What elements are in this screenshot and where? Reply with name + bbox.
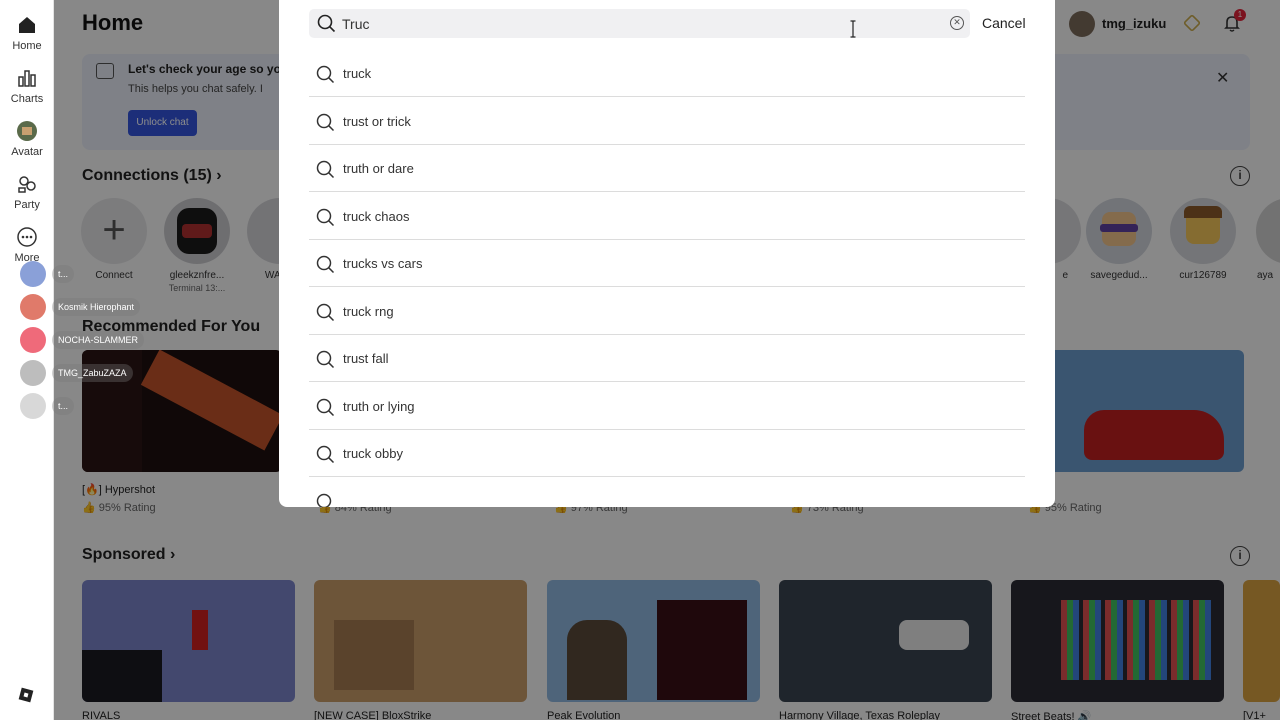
search-suggestion-partial[interactable] bbox=[309, 478, 1025, 507]
search-suggestion[interactable]: truck bbox=[309, 50, 1025, 97]
party-member-name: NOCHA-SLAMMER bbox=[52, 331, 145, 349]
search-icon bbox=[316, 113, 335, 131]
party-member-name: t... bbox=[52, 397, 75, 415]
suggestion-text: truck chaos bbox=[343, 208, 410, 224]
suggestion-text: truck obby bbox=[343, 446, 403, 461]
search-suggestion[interactable]: trust or trick bbox=[309, 98, 1025, 145]
cancel-button[interactable]: Cancel bbox=[982, 15, 1026, 31]
party-member-avatar[interactable] bbox=[20, 261, 46, 287]
discord-icon[interactable] bbox=[20, 327, 46, 353]
search-dialog: ✕ Cancel truck trust or trick truth or dar… bbox=[279, 0, 1055, 507]
party-member-name: t... bbox=[52, 265, 75, 283]
search-suggestion[interactable]: truth or dare bbox=[309, 145, 1025, 192]
search-suggestion[interactable]: truck chaos bbox=[309, 193, 1025, 240]
search-icon bbox=[316, 398, 335, 416]
search-icon bbox=[316, 350, 335, 369]
party-member-avatar[interactable] bbox=[20, 393, 46, 419]
suggestion-text: trust or trick bbox=[343, 113, 411, 129]
search-icon bbox=[316, 65, 335, 84]
search-icon bbox=[316, 493, 332, 507]
search-suggestion[interactable]: truth or lying bbox=[309, 383, 1025, 430]
search-icon bbox=[316, 445, 335, 464]
text-cursor-icon bbox=[850, 20, 856, 38]
clear-search-icon[interactable]: ✕ bbox=[950, 16, 964, 30]
search-input[interactable] bbox=[342, 13, 932, 34]
search-suggestion[interactable]: truck obby bbox=[309, 430, 1025, 477]
party-member-name: Kosmik Hierophant bbox=[52, 298, 141, 316]
search-icon bbox=[316, 160, 335, 179]
search-suggestion[interactable]: trucks vs cars bbox=[309, 240, 1025, 287]
search-suggestion[interactable]: truck rng bbox=[309, 288, 1025, 335]
party-member-avatar[interactable] bbox=[20, 360, 46, 386]
suggestion-text: truck rng bbox=[343, 303, 394, 319]
suggestion-text: truck bbox=[343, 66, 372, 81]
party-member-avatar[interactable] bbox=[20, 294, 46, 320]
search-icon bbox=[316, 255, 335, 274]
search-suggestion[interactable]: trust fall bbox=[309, 335, 1025, 382]
search-box[interactable]: ✕ bbox=[309, 9, 970, 38]
party-member-name: TMG_ZabuZAZA bbox=[52, 364, 133, 382]
search-icon bbox=[316, 208, 335, 226]
suggestion-text: truth or lying bbox=[343, 398, 415, 414]
suggestion-text: trucks vs cars bbox=[343, 256, 423, 271]
suggestion-text: trust fall bbox=[343, 351, 389, 366]
search-icon bbox=[316, 303, 335, 321]
suggestion-text: truth or dare bbox=[343, 161, 414, 176]
search-icon bbox=[317, 14, 336, 33]
